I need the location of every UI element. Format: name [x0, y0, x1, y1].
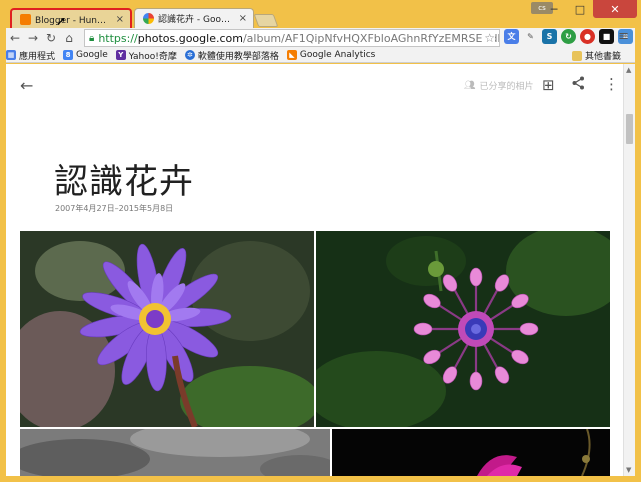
bookmark-yahoo[interactable]: Y Yahoo!奇摩 — [115, 49, 177, 62]
google-icon: 8 — [63, 50, 74, 60]
forward-button[interactable]: → — [24, 29, 42, 47]
close-tab-icon[interactable]: × — [116, 14, 124, 25]
yahoo-icon: Y — [115, 50, 126, 60]
reload-button[interactable]: ↻ — [42, 29, 60, 47]
bookmark-blog[interactable]: ✲ 軟體使用教學部落格 — [184, 49, 279, 62]
pen-icon[interactable]: ✎ — [523, 29, 538, 44]
bookmark-label: Google — [76, 50, 108, 60]
apps-icon: ▦ — [6, 50, 16, 60]
bookmark-label: 軟體使用教學部落格 — [197, 51, 279, 62]
bookmark-apps[interactable]: ▦ 應用程式 — [6, 49, 55, 62]
add-photos-button[interactable]: ⊞ — [542, 76, 555, 94]
tab-title: 認識花卉 - Google 相簿 — [158, 15, 235, 25]
lock-icon: 🔒︎ — [89, 32, 95, 44]
extensions-bar: 文 ✎ S ↻ ● ■ ⌗ — [504, 29, 633, 44]
bookmark-google[interactable]: 8 Google — [63, 50, 108, 60]
album-title: 認識花卉 — [54, 162, 194, 202]
album-date-range: 2007年4月27日–2015年5月8日 — [55, 204, 174, 213]
african-daisy-image — [316, 231, 610, 427]
folder-icon — [571, 50, 582, 61]
photo-magenta-flower[interactable] — [332, 429, 610, 476]
scroll-up-icon[interactable]: ▲ — [626, 66, 631, 74]
shared-photos-label: 👥︎ 已分享的相片 — [464, 80, 534, 93]
scrollbar-thumb[interactable] — [626, 114, 633, 144]
black-square-icon[interactable]: ■ — [599, 29, 614, 44]
vertical-scrollbar[interactable]: ▲ ▼ — [623, 64, 635, 476]
photo-grey-flower[interactable] — [20, 429, 330, 476]
people-icon: 👥︎ — [464, 80, 476, 91]
url-host: photos.google.com — [137, 31, 243, 45]
share-icon — [572, 76, 584, 90]
page-content: ← 👥︎ 已分享的相片 ⊞ ⋮ 認識花卉 2007年4月27日–2015年5月8… — [6, 64, 623, 476]
album-back-button[interactable]: ← — [20, 76, 33, 95]
browser-window: cs ─ □ ✕ Blogger - Hung的軟體伝 × 認識花卉 - Goo… — [0, 0, 641, 482]
sync-icon[interactable]: S — [542, 29, 557, 44]
tab-blogger[interactable]: Blogger - Hung的軟體伝 × — [10, 8, 132, 28]
green-circle-icon[interactable]: ↻ — [561, 29, 576, 44]
magenta-flower-image — [332, 429, 610, 476]
bookmark-label: Google Analytics — [299, 50, 376, 60]
red-circle-icon[interactable]: ● — [580, 29, 595, 44]
blog-icon: ✲ — [184, 50, 195, 60]
share-button[interactable] — [572, 76, 585, 94]
url-path: /album/AF1QipNfvHQXFbloAGhnRfYzEMRSEUdH0… — [242, 31, 500, 45]
scroll-down-icon[interactable]: ▼ — [626, 466, 631, 474]
photo-african-daisy[interactable] — [316, 231, 610, 427]
water-lily-image — [20, 231, 314, 427]
url-scheme: https:// — [98, 31, 138, 45]
translate-icon[interactable]: 文 — [504, 29, 519, 44]
new-tab-button[interactable] — [253, 14, 279, 27]
tab-strip: Blogger - Hung的軟體伝 × 認識花卉 - Google 相簿 × — [6, 8, 626, 28]
google-photos-icon — [143, 13, 154, 24]
home-button[interactable]: ⌂ — [60, 29, 78, 47]
bookmark-label: 應用程式 — [19, 51, 56, 62]
more-options-button[interactable]: ⋮ — [604, 75, 619, 93]
back-button[interactable]: ← — [6, 29, 24, 47]
analytics-icon: ◣ — [286, 50, 297, 60]
photo-water-lily[interactable] — [20, 231, 314, 427]
close-tab-icon[interactable]: × — [239, 13, 247, 24]
blogger-icon — [20, 13, 31, 25]
browser-toolbar: ← → ↻ ⌂ 🔒︎ https:// photos.google.com /a… — [6, 28, 635, 48]
browser-menu-button[interactable]: ≡ — [618, 29, 629, 44]
tab-title: Blogger - Hung的軟體伝 — [35, 15, 112, 26]
bookmarks-bar: ▦ 應用程式 8 Google Y Yahoo!奇摩 ✲ 軟體使用教學部落格 ◣… — [6, 48, 635, 63]
address-bar[interactable]: 🔒︎ https:// photos.google.com /album/AF1… — [84, 29, 500, 47]
tab-google-photos[interactable]: 認識花卉 - Google 相簿 × — [134, 8, 254, 28]
bookmark-label: Yahoo!奇摩 — [128, 51, 177, 62]
bookmark-other-folder[interactable]: 其他書籤 — [571, 49, 621, 62]
grey-flower-image — [20, 429, 330, 476]
mouse-cursor-icon: ➚ — [56, 14, 67, 28]
bookmark-star-icon[interactable]: ☆ — [482, 31, 495, 45]
bookmark-analytics[interactable]: ◣ Google Analytics — [286, 50, 376, 60]
bookmark-label: 其他書籤 — [584, 52, 621, 62]
